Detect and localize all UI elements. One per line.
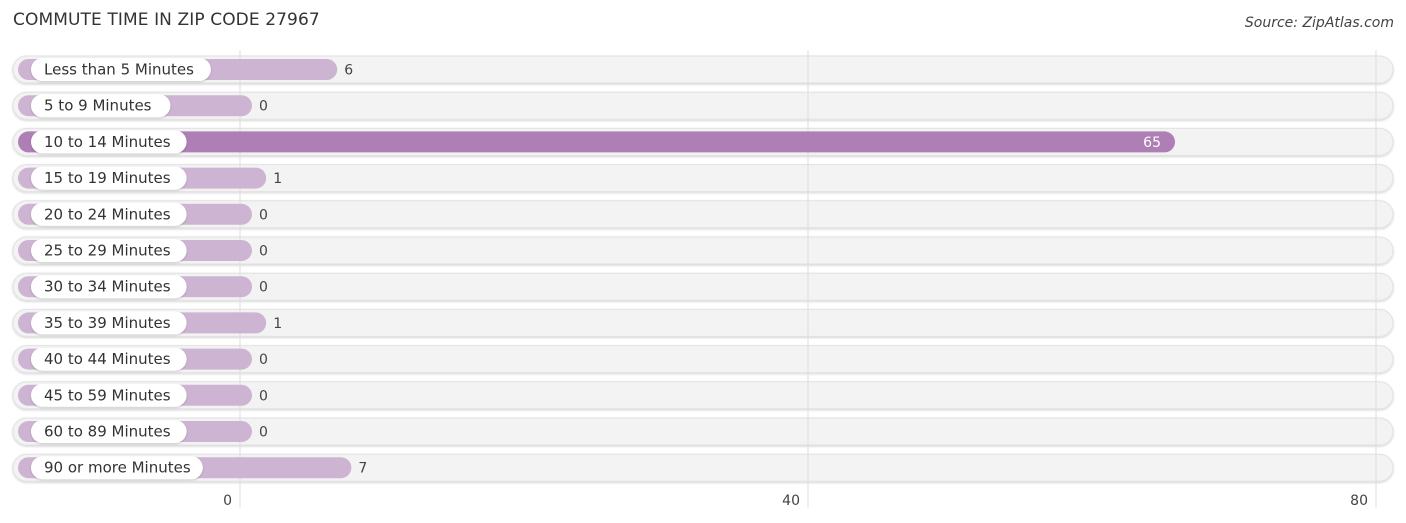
value-label: 0 [259, 207, 268, 223]
category-label: 15 to 19 Minutes [44, 169, 171, 187]
category-label: 60 to 89 Minutes [44, 423, 171, 441]
category-label: 45 to 59 Minutes [44, 386, 171, 404]
x-tick-label: 0 [223, 493, 232, 509]
category-label: 10 to 14 Minutes [44, 133, 171, 151]
bar[interactable] [18, 131, 1175, 153]
value-label: 0 [259, 244, 268, 260]
category-label: 20 to 24 Minutes [44, 205, 171, 223]
value-label: 7 [358, 461, 367, 477]
value-label: 0 [259, 352, 268, 368]
category-label: 40 to 44 Minutes [44, 350, 171, 368]
bar-chart: Less than 5 Minutes 6 5 to 9 Minutes 0 10 to… [12, 50, 1394, 509]
category-label: 90 or more Minutes [44, 459, 191, 477]
value-label: 1 [273, 171, 282, 187]
category-label: 25 to 29 Minutes [44, 242, 171, 260]
value-label: 65 [1143, 135, 1161, 151]
value-label: 0 [259, 99, 268, 115]
value-label: 0 [259, 280, 268, 296]
value-label: 1 [273, 316, 282, 332]
category-label: 5 to 9 Minutes [44, 97, 152, 115]
x-tick-label: 40 [782, 493, 800, 509]
value-label: 6 [344, 63, 353, 79]
value-label: 0 [259, 388, 268, 404]
category-label: 30 to 34 Minutes [44, 278, 171, 296]
category-label: 35 to 39 Minutes [44, 314, 171, 332]
value-label: 0 [259, 425, 268, 441]
x-tick-label: 80 [1350, 493, 1368, 509]
category-label: Less than 5 Minutes [44, 61, 194, 79]
